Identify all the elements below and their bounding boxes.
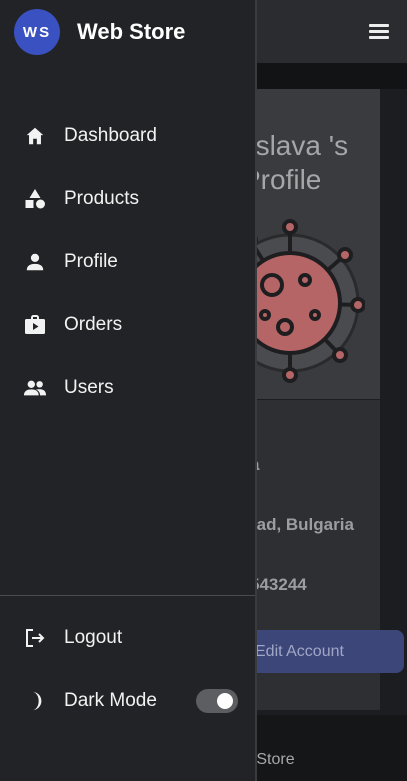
- logout-icon: [23, 626, 47, 650]
- home-icon: [23, 124, 47, 148]
- drawer-divider: [0, 595, 255, 596]
- nav-label-products: Products: [64, 188, 139, 209]
- shopping-bag-icon: [23, 313, 47, 337]
- navigation-drawer: WS Web Store Dashboard Products Profile: [0, 0, 257, 781]
- moon-icon: [23, 689, 47, 713]
- nav-label-users: Users: [64, 377, 114, 398]
- nav-item-logout[interactable]: Logout: [0, 616, 255, 660]
- info-phone: 543244: [250, 575, 307, 594]
- nav-label-logout: Logout: [64, 627, 123, 648]
- nav-item-profile[interactable]: Profile: [0, 240, 255, 284]
- nav-item-products[interactable]: Products: [0, 177, 255, 221]
- nav-label-profile: Profile: [64, 251, 118, 272]
- nav-item-dashboard[interactable]: Dashboard: [0, 114, 255, 158]
- info-address: rad, Bulgaria: [250, 515, 354, 534]
- brand[interactable]: WS Web Store: [14, 9, 185, 55]
- menu-icon[interactable]: [369, 24, 389, 39]
- brand-logo: WS: [14, 9, 60, 55]
- dark-mode-toggle[interactable]: [196, 689, 238, 713]
- nav-label-dark-mode: Dark Mode: [64, 690, 157, 711]
- nav-label-orders: Orders: [64, 314, 123, 335]
- nav-item-users[interactable]: Users: [0, 366, 255, 410]
- category-shapes-icon: [23, 187, 47, 211]
- person-icon: [23, 250, 47, 274]
- brand-name: Web Store: [77, 19, 186, 44]
- nav-label-dashboard: Dashboard: [64, 125, 157, 146]
- nav-item-orders[interactable]: Orders: [0, 303, 255, 347]
- group-icon: [23, 376, 47, 400]
- toggle-knob: [217, 693, 233, 709]
